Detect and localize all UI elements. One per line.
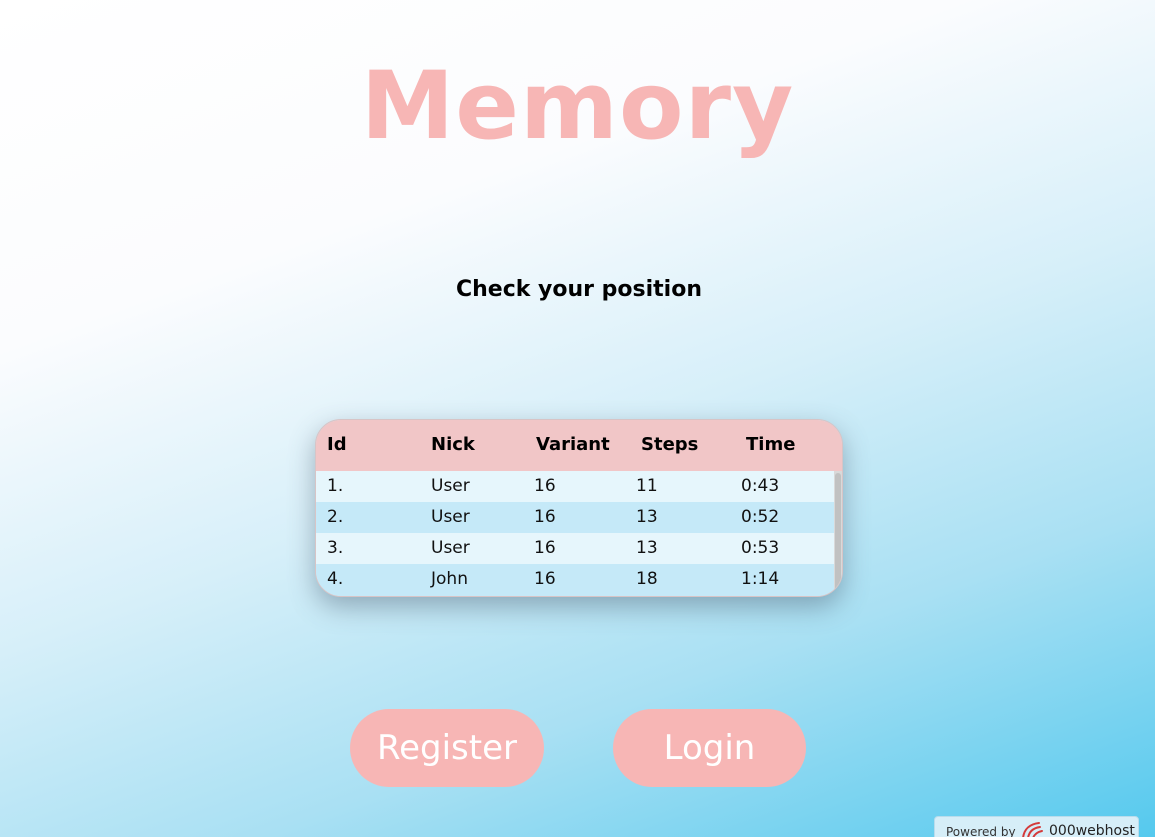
column-header-variant: Variant (536, 434, 610, 455)
login-button[interactable]: Login (613, 709, 806, 787)
column-header-steps: Steps (641, 434, 699, 455)
powered-by-badge[interactable]: Powered by 000webhost (934, 816, 1139, 837)
cell-steps: 13 (636, 538, 658, 558)
000webhost-logo-icon (1020, 820, 1046, 837)
powered-by-label: Powered by (946, 825, 1016, 837)
table-row: 2. User 16 13 0:52 (316, 502, 834, 533)
leaderboard-heading: Check your position (455, 277, 703, 302)
scrollbar-thumb[interactable] (835, 473, 841, 593)
cell-nick: User (431, 507, 470, 527)
cell-variant: 16 (534, 476, 556, 496)
table-scrollbar[interactable] (834, 471, 842, 596)
cell-nick: User (431, 538, 470, 558)
cell-id: 2. (327, 507, 344, 527)
cell-nick: John (431, 569, 468, 589)
cell-steps: 11 (636, 476, 658, 496)
table-body[interactable]: 1. User 16 11 0:43 2. User 16 13 0:52 3.… (316, 471, 834, 596)
column-header-nick: Nick (431, 434, 475, 455)
cell-time: 0:52 (741, 507, 780, 527)
cell-steps: 18 (636, 569, 658, 589)
cell-steps: 13 (636, 507, 658, 527)
cell-id: 4. (327, 569, 344, 589)
table-row: 3. User 16 13 0:53 (316, 533, 834, 564)
cell-variant: 16 (534, 507, 556, 527)
cell-id: 1. (327, 476, 344, 496)
register-button[interactable]: Register (350, 709, 544, 787)
table-header-row: Id Nick Variant Steps Time (316, 420, 842, 471)
leaderboard-table: Id Nick Variant Steps Time 1. User 16 11… (315, 419, 843, 597)
cell-variant: 16 (534, 538, 556, 558)
table-row: 4. John 16 18 1:14 (316, 564, 834, 596)
cell-time: 1:14 (741, 569, 780, 589)
cell-nick: User (431, 476, 470, 496)
cell-id: 3. (327, 538, 344, 558)
page-title: Memory (360, 52, 795, 161)
cell-variant: 16 (534, 569, 556, 589)
powered-by-brand: 000webhost (1049, 823, 1135, 837)
column-header-id: Id (327, 434, 347, 455)
column-header-time: Time (746, 434, 796, 455)
cell-time: 0:53 (741, 538, 780, 558)
cell-time: 0:43 (741, 476, 780, 496)
table-row: 1. User 16 11 0:43 (316, 471, 834, 502)
